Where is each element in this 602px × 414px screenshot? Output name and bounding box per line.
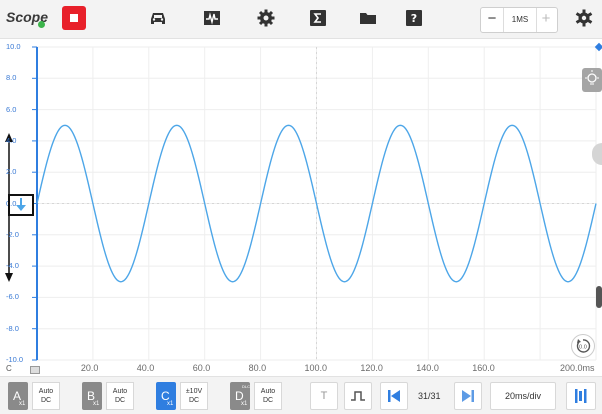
channel-coupling: DC [188, 397, 200, 404]
channel-a-settings[interactable]: Auto DC [32, 382, 60, 410]
cursor-measure-button[interactable] [566, 382, 596, 410]
channel-coupling: DC [114, 397, 126, 404]
channel-coupling: DC [40, 397, 52, 404]
channel-d-settings[interactable]: Auto DC [254, 382, 282, 410]
channel-range: ±10V [185, 388, 203, 395]
x-tick-label: 120.0 [360, 363, 383, 373]
x-tick-label: 200.0ms [560, 363, 595, 373]
x-tick-label: 140.0 [416, 363, 439, 373]
help-icon[interactable]: ? [404, 8, 424, 28]
channel-range: Auto [38, 388, 54, 395]
y-tick-label: -2.0 [6, 229, 19, 239]
sample-rate-decrease-button[interactable]: − [481, 8, 503, 32]
reset-zoom-button[interactable]: 0.0 [571, 334, 595, 358]
waveform-icon[interactable] [202, 8, 222, 28]
y-tick-label: 8.0 [6, 73, 17, 83]
x-tick-label: 100.0 [304, 363, 328, 373]
y-tick-label: 6.0 [6, 104, 17, 114]
svg-text:?: ? [411, 12, 417, 25]
top-toolbar: Scope ? − 1MS + [0, 0, 602, 39]
settings-icon[interactable] [574, 8, 594, 28]
x-tick-label: 60.0 [192, 363, 211, 373]
page-indicator: 31/31 [418, 391, 441, 401]
sample-rate-increase-button[interactable]: + [535, 8, 557, 32]
first-page-button[interactable] [380, 382, 408, 410]
y-tick-label: 10.0 [6, 42, 21, 51]
x-tick-label: 80.0 [248, 363, 267, 373]
channel-c-settings[interactable]: ±10V DC [180, 382, 208, 410]
svg-text:0.0: 0.0 [579, 345, 587, 351]
last-page-button[interactable] [454, 382, 482, 410]
y-tick-label: 4.0 [6, 135, 17, 145]
sample-rate-value: 1MS [503, 8, 537, 32]
y-tick-label: -6.0 [6, 292, 19, 302]
channel-b-button[interactable]: Bx1 [82, 382, 102, 410]
y-tick-label: -10.0 [6, 355, 24, 364]
channel-coupling: DC [262, 397, 274, 404]
x-tick-label: 40.0 [136, 363, 155, 373]
y-tick-label: -8.0 [6, 323, 19, 333]
y-tick-label: -4.0 [6, 261, 19, 271]
channel-marker: C [6, 364, 12, 373]
channel-a-button[interactable]: Ax1 [8, 382, 28, 410]
gear-icon[interactable] [256, 8, 276, 28]
sample-rate-stepper: − 1MS + [480, 7, 558, 33]
trigger-button[interactable]: T [310, 382, 338, 410]
x-tick-label: 20.0 [80, 363, 99, 373]
channel-badge-icon [30, 366, 40, 374]
sigma-icon[interactable] [308, 8, 328, 28]
trigger-edge-button[interactable] [344, 382, 372, 410]
side-handle-bottom[interactable] [596, 286, 602, 308]
folder-icon[interactable] [358, 8, 378, 28]
zero-offset-handle[interactable] [8, 194, 34, 216]
channel-d-button[interactable]: Dx1 DLC [230, 382, 250, 410]
channel-range: Auto [112, 388, 128, 395]
y-tick-label: 2.0 [6, 167, 17, 177]
channel-range: Auto [260, 388, 276, 395]
range-arrow-down [5, 273, 13, 282]
status-dot [38, 21, 45, 28]
x-tick-label: 160.0 [472, 363, 495, 373]
timebase-button[interactable]: 20ms/div [490, 382, 556, 410]
channel-b-settings[interactable]: Auto DC [106, 382, 134, 410]
oscilloscope-plot[interactable] [0, 38, 602, 376]
stop-button[interactable] [62, 6, 86, 30]
bottom-toolbar: Ax1 Auto DC Bx1 Auto DC Cx1 ±10V DC Dx1 DLC Auto DC … [0, 376, 602, 414]
light-bulb-button[interactable] [582, 68, 602, 92]
channel-c-button[interactable]: Cx1 [156, 382, 176, 410]
car-icon[interactable] [148, 8, 168, 28]
stop-icon [70, 14, 78, 22]
